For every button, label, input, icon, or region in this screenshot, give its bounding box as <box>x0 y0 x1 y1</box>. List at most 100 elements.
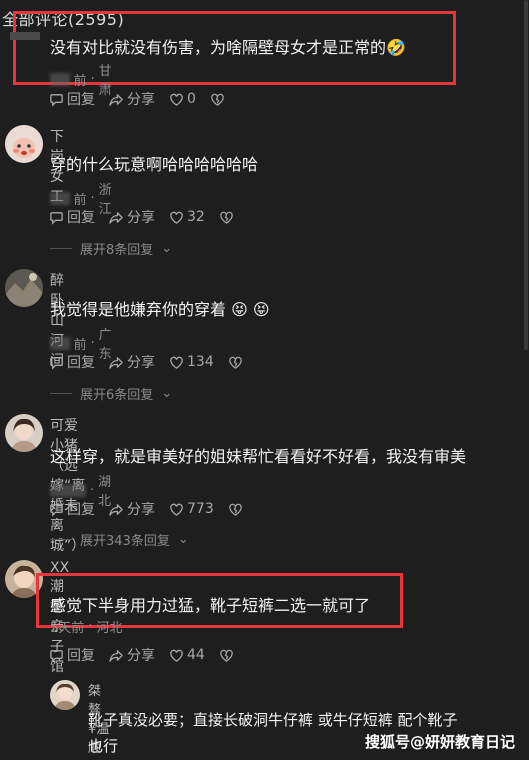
avatar[interactable] <box>5 269 43 307</box>
reply-avatar-icon <box>50 680 80 710</box>
dislike-button[interactable] <box>228 502 243 517</box>
blurred-time <box>50 191 70 205</box>
share-icon <box>109 211 123 224</box>
reply-icon <box>50 93 63 107</box>
expand-replies-4[interactable]: 展开343条回复 ⌄ <box>50 530 189 549</box>
avatar[interactable] <box>5 125 43 163</box>
comment-location: 河北 <box>96 621 123 636</box>
chevron-down-icon: ⌄ <box>161 386 173 401</box>
broken-heart-icon <box>220 211 233 224</box>
like-count: 773 <box>187 501 214 517</box>
share-label: 分享 <box>127 355 155 371</box>
reply-label: 回复 <box>67 502 95 518</box>
like-button[interactable]: 134 <box>169 354 214 370</box>
share-icon <box>109 649 123 662</box>
reply-label: 回复 <box>67 355 95 371</box>
share-button[interactable]: 分享 <box>109 89 155 109</box>
landscape-avatar-icon <box>5 269 43 307</box>
share-button[interactable]: 分享 <box>109 207 155 227</box>
avatar[interactable] <box>10 28 40 42</box>
meta-dot: · <box>89 482 94 498</box>
broken-heart-icon <box>228 356 242 369</box>
divider <box>50 248 72 249</box>
meta-dot: · <box>88 619 93 634</box>
expand-replies-2[interactable]: 展开8条回复 ⌄ <box>50 239 172 258</box>
like-button[interactable]: 44 <box>169 647 205 663</box>
avatar[interactable] <box>50 680 80 710</box>
watermark-text: 搜狐号@妍妍教育日记 <box>364 733 515 751</box>
reply-icon <box>50 649 63 663</box>
avatar-image-icon <box>10 32 40 40</box>
comment-time: 前 <box>73 337 87 353</box>
scrollbar[interactable] <box>524 0 528 350</box>
chevron-down-icon: ⌄ <box>161 241 173 256</box>
share-label: 分享 <box>127 648 155 664</box>
like-count: 0 <box>187 91 196 107</box>
share-label: 分享 <box>127 92 155 108</box>
like-button[interactable]: 773 <box>169 501 214 517</box>
reply-label: 回复 <box>67 648 95 664</box>
dislike-button[interactable] <box>219 210 234 225</box>
reply-label: 回复 <box>67 92 95 108</box>
comment-actions-5: 回复 分享 44 <box>49 645 248 665</box>
share-icon <box>109 93 123 106</box>
baby-avatar-icon <box>5 125 43 163</box>
chevron-down-icon: ⌄ <box>177 532 189 547</box>
like-button[interactable]: 0 <box>169 91 196 107</box>
meta-dot: · <box>90 190 95 206</box>
comment-text: 没有对比就没有伤害，为啥隔壁母女才是正常的🤣 <box>50 38 406 57</box>
expand-replies-3[interactable]: 展开6条回复 ⌄ <box>50 384 172 403</box>
blurred-time <box>50 336 70 350</box>
comment-text: 穿的什么玩意啊哈哈哈哈哈哈 <box>50 155 259 174</box>
meta-dot: · <box>90 71 95 87</box>
dislike-button[interactable] <box>219 648 234 663</box>
reply-button[interactable]: 回复 <box>49 499 95 519</box>
comment-text: 这样穿，就是审美好的姐妹帮忙看看好不好看，我没有审美 <box>50 447 467 466</box>
meta-dot: · <box>90 335 95 351</box>
divider <box>50 539 72 540</box>
like-count: 32 <box>187 209 205 225</box>
girl-avatar-icon <box>5 414 43 452</box>
share-label: 分享 <box>127 210 155 226</box>
dislike-button[interactable] <box>210 92 225 107</box>
share-button[interactable]: 分享 <box>109 499 155 519</box>
reply-text-line2: 也行 <box>88 737 119 755</box>
reply-button[interactable]: 回复 <box>49 352 95 372</box>
comment-time: 前 <box>73 192 87 208</box>
reply-button[interactable]: 回复 <box>49 207 95 227</box>
share-label: 分享 <box>127 502 155 518</box>
watermark: 搜狐号@妍妍教育日记 <box>365 731 515 752</box>
expand-label: 展开8条回复 <box>80 243 154 258</box>
avatar[interactable] <box>5 414 43 452</box>
heart-icon <box>170 356 183 369</box>
blurred-time <box>50 483 86 497</box>
heart-icon <box>170 649 183 662</box>
comment-time: 前 <box>73 73 87 89</box>
reply-icon <box>50 356 63 370</box>
share-button[interactable]: 分享 <box>109 645 155 665</box>
reply-icon <box>50 211 63 225</box>
comment-time: 5天前 <box>50 621 85 636</box>
broken-heart-icon <box>228 503 242 516</box>
broken-heart-icon <box>211 93 224 106</box>
like-count: 44 <box>187 647 205 663</box>
broken-heart-icon <box>220 649 233 662</box>
share-icon <box>109 356 123 369</box>
like-button[interactable]: 32 <box>169 209 205 225</box>
expand-label: 展开343条回复 <box>80 534 170 549</box>
dislike-button[interactable] <box>228 355 243 370</box>
reply-icon <box>50 503 63 517</box>
comment-actions-1: 回复 分享 0 <box>49 89 239 109</box>
expand-label: 展开6条回复 <box>80 388 154 403</box>
like-count: 134 <box>187 354 214 370</box>
comment-actions-4: 回复 分享 773 <box>49 499 257 519</box>
comment-meta: 5天前 · 河北 <box>50 617 122 636</box>
share-button[interactable]: 分享 <box>109 352 155 372</box>
heart-icon <box>170 93 183 106</box>
reply-button[interactable]: 回复 <box>49 89 95 109</box>
comment-text: 我觉得是他嫌弃你的穿着 😝 😝 <box>50 300 270 319</box>
comment-text: 感觉下半身用力过猛，靴子短裤二选一就可了 <box>50 596 371 615</box>
share-icon <box>109 503 123 516</box>
reply-button[interactable]: 回复 <box>49 645 95 665</box>
blurred-time <box>50 72 70 86</box>
